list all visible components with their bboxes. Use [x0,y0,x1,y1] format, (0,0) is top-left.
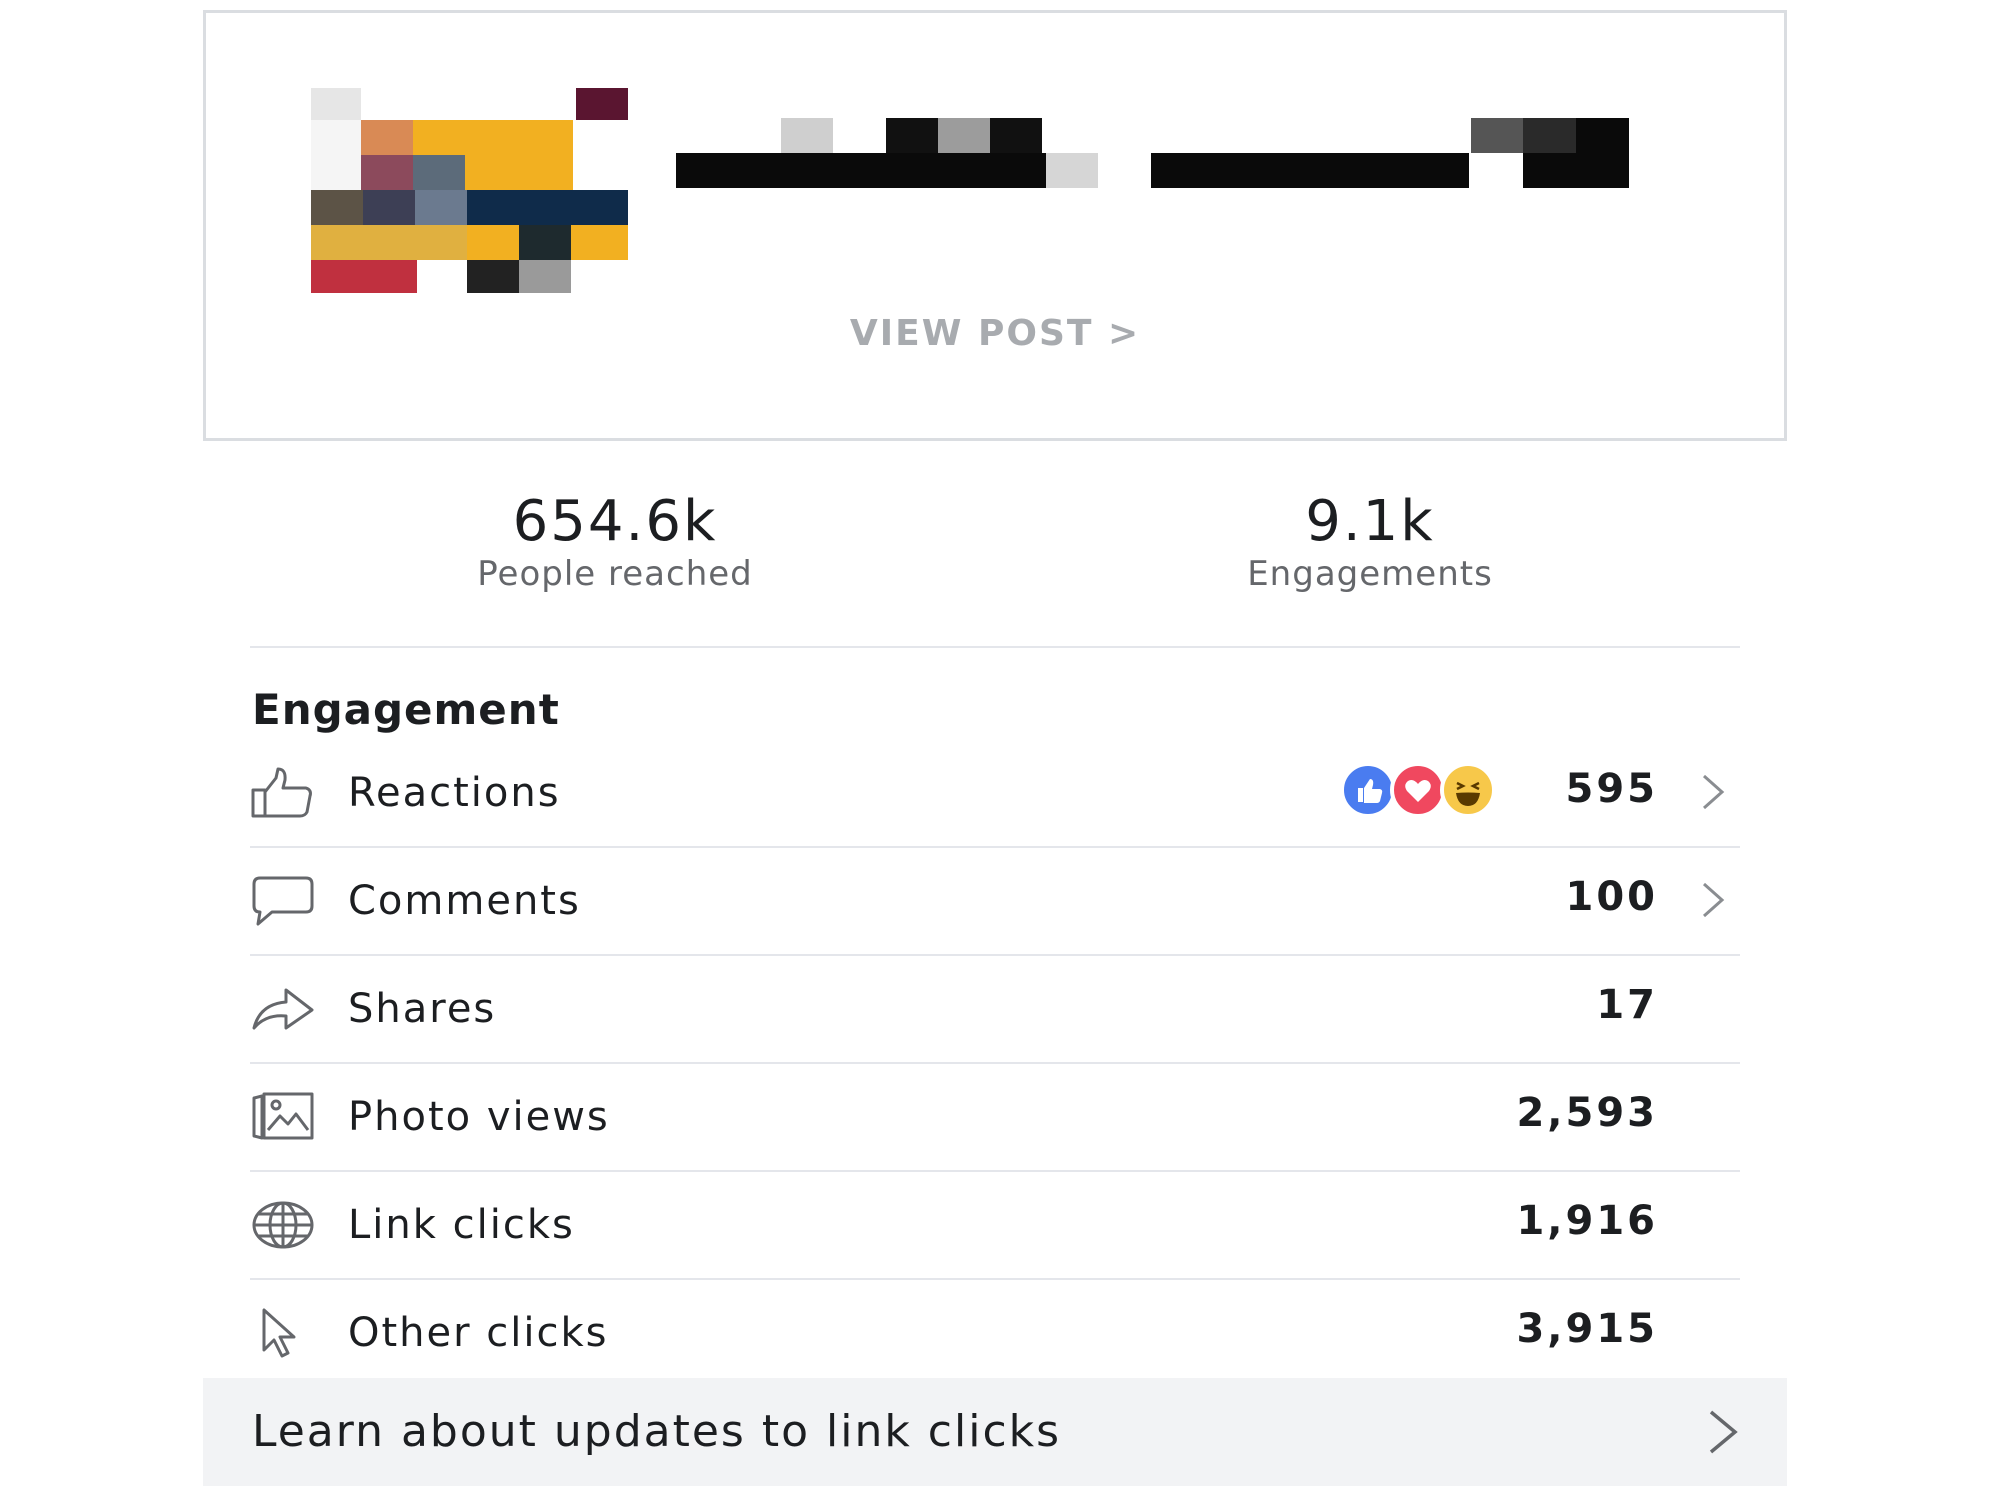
share-arrow-icon [250,982,316,1036]
love-reaction-icon [1390,762,1446,818]
like-reaction-icon [1340,762,1396,818]
globe-icon [250,1198,316,1252]
metric-label: Comments [348,878,581,924]
chevron-right-icon [1698,878,1728,922]
photo-icon [250,1090,316,1144]
engagements-label: Engagements [1247,554,1493,594]
metric-label: Link clicks [348,1202,575,1248]
divider [250,646,1740,648]
engagements-value: 9.1k [1305,489,1435,554]
metric-value: 1,916 [1516,1198,1658,1244]
metric-label: Reactions [348,770,561,816]
people-reached-label: People reached [477,554,753,594]
engagement-metrics-list: Reactions 595 Comments 100 Shares 17 Pho… [250,740,1740,1386]
section-title-engagement: Engagement [252,685,560,734]
haha-reaction-icon [1440,762,1496,818]
chevron-right-icon [1698,770,1728,814]
metric-value: 100 [1565,874,1658,920]
metric-value: 17 [1596,982,1658,1028]
post-summary-stats: 654.6k People reached 9.1k Engagements [250,490,1740,600]
engagements-stat: 9.1k Engagements [1110,489,1630,595]
learn-link-clicks-banner[interactable]: Learn about updates to link clicks [203,1378,1787,1486]
metric-value: 3,915 [1516,1306,1658,1352]
metric-label: Photo views [348,1094,610,1140]
people-reached-value: 654.6k [512,489,718,554]
cursor-icon [250,1306,316,1360]
metric-row-link-clicks: Link clicks 1,916 [250,1172,1740,1280]
metric-row-reactions[interactable]: Reactions 595 [250,740,1740,848]
learn-banner-text: Learn about updates to link clicks [252,1406,1062,1457]
metric-row-comments[interactable]: Comments 100 [250,848,1740,956]
metric-row-photo-views: Photo views 2,593 [250,1064,1740,1172]
redacted-post-title [676,108,1676,208]
metric-label: Other clicks [348,1310,609,1356]
post-thumbnail-pixelated [306,73,628,293]
chevron-right-icon [1705,1406,1741,1458]
post-preview-card: VIEW POST > [203,10,1787,441]
view-post-link[interactable]: VIEW POST > [206,313,1784,354]
metric-value: 595 [1565,766,1658,812]
thumbs-up-icon [250,766,316,820]
metric-row-other-clicks: Other clicks 3,915 [250,1280,1740,1386]
people-reached-stat: 654.6k People reached [355,489,875,595]
metric-row-shares: Shares 17 [250,956,1740,1064]
metric-label: Shares [348,986,497,1032]
metric-value: 2,593 [1516,1090,1658,1136]
reaction-icons [1340,762,1540,818]
comment-bubble-icon [250,874,316,928]
